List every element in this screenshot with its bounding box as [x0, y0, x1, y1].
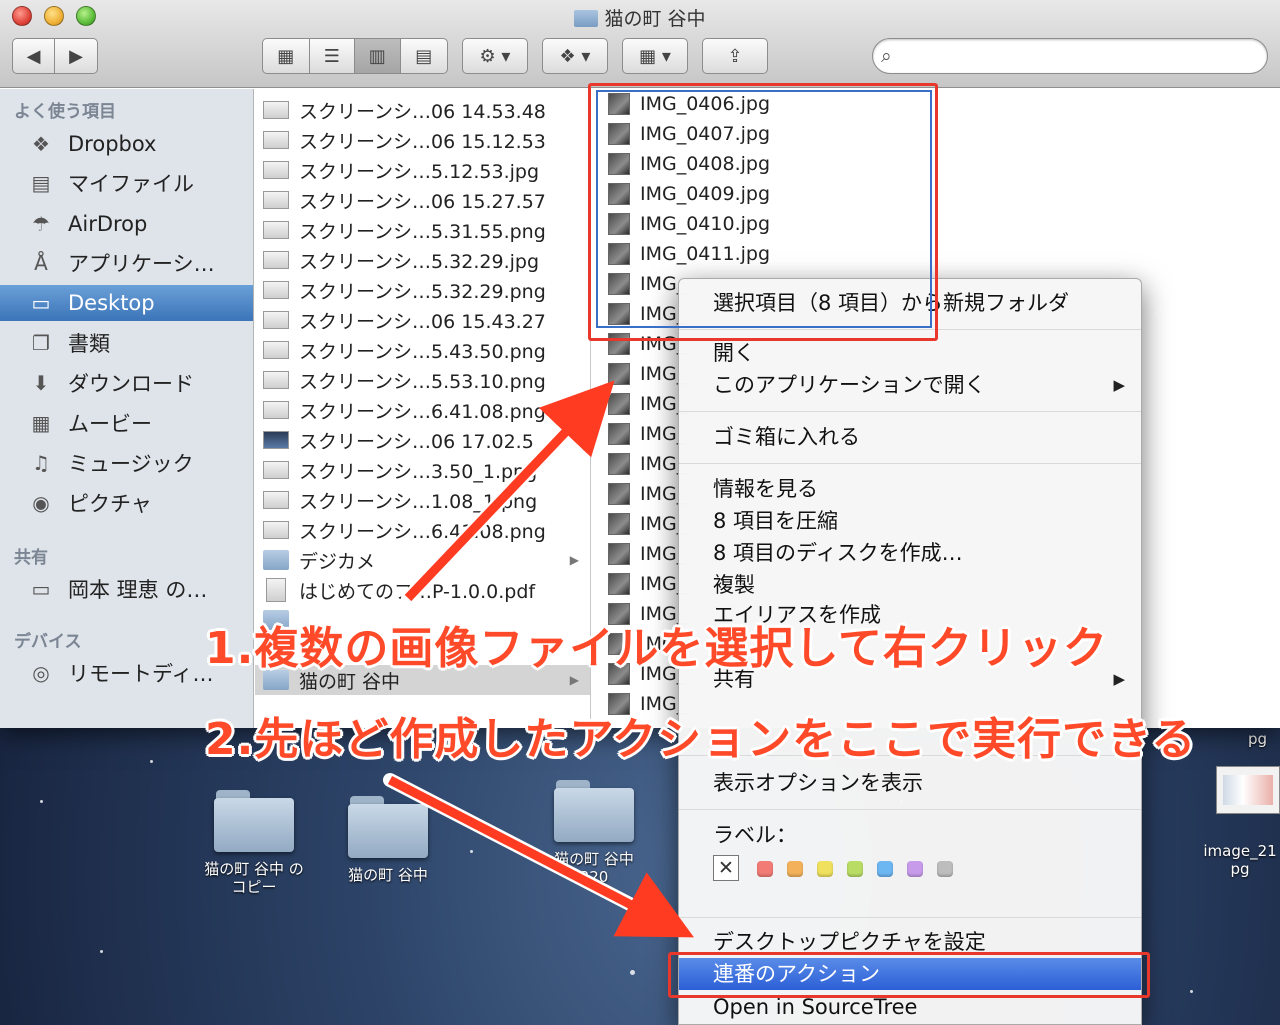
annotation-step-2: 2.先ほど作成したアクションをここで実行できる [205, 714, 1197, 765]
arrow-to-selection [404, 380, 615, 602]
annotation-arrows [383, 380, 694, 938]
arrow-to-action [387, 776, 694, 938]
annotation-step-1: 1.複数の画像ファイルを選択して右クリック [205, 623, 1109, 674]
